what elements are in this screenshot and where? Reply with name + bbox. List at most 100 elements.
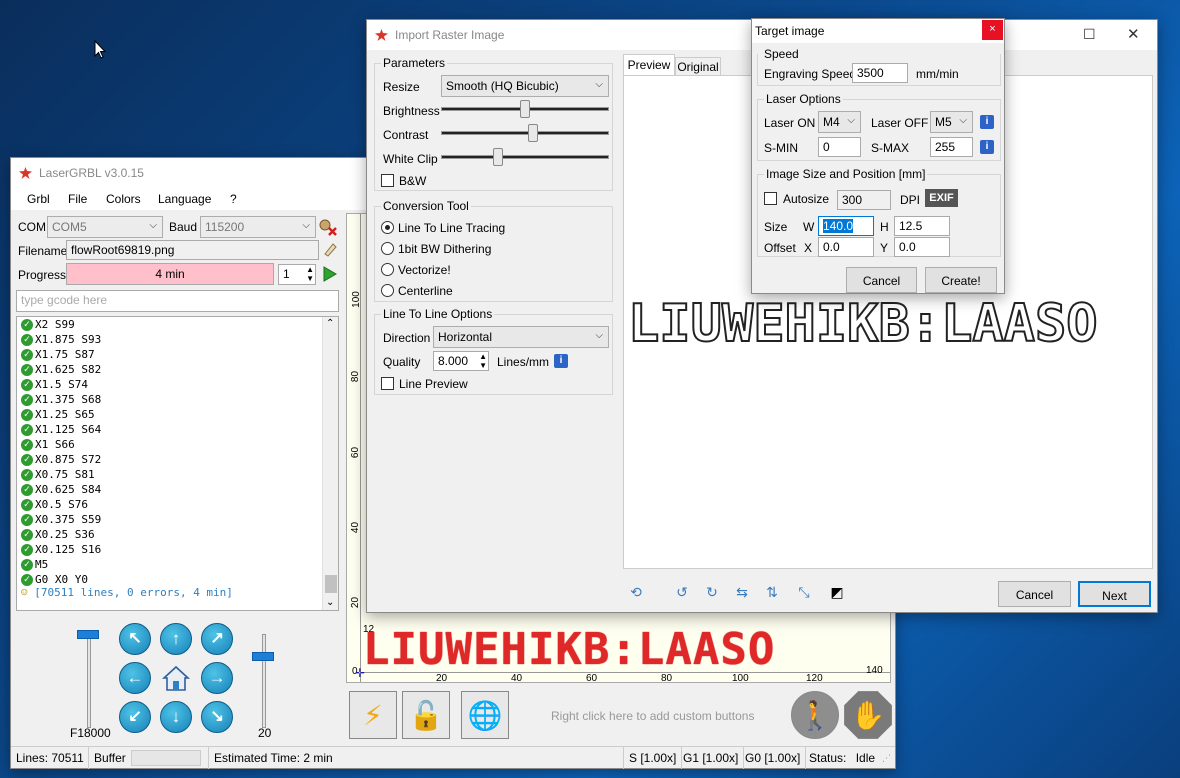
target-cancel-button[interactable]: Cancel: [846, 267, 917, 293]
offset-y-input[interactable]: 0.0: [894, 237, 950, 257]
contrast-slider[interactable]: [441, 123, 609, 143]
jog-down-button[interactable]: ↓: [160, 701, 192, 733]
laser-on-select[interactable]: M4 ⌵: [818, 111, 861, 133]
whiteclip-slider-thumb[interactable]: [493, 148, 503, 166]
status-s-override[interactable]: S [1.00x]: [623, 747, 683, 769]
goto-position-button[interactable]: 🌐: [461, 691, 509, 739]
radio-vectorize[interactable]: [381, 263, 394, 276]
run-play-icon[interactable]: [323, 266, 337, 285]
rotate-right-icon[interactable]: ↻: [703, 583, 721, 601]
log-line-text: X1.625 S82: [35, 363, 102, 376]
conversion-group-label: Conversion Tool: [381, 199, 471, 213]
jog-down-left-button[interactable]: ↙: [119, 701, 151, 733]
rotate-left-icon[interactable]: ↺: [673, 583, 691, 601]
menu-item-grbl[interactable]: Grbl: [27, 192, 50, 206]
scroll-up-icon[interactable]: ⌃: [326, 318, 334, 329]
status-g1-override[interactable]: G1 [1.00x]: [678, 747, 745, 769]
check-icon: ✓: [21, 469, 33, 481]
engraving-speed-input[interactable]: 3500: [852, 63, 908, 83]
crop-icon[interactable]: ⤡: [795, 583, 813, 601]
jog-up-button[interactable]: ↑: [160, 623, 192, 655]
smax-input[interactable]: 255: [930, 137, 973, 157]
menu-item-language[interactable]: Language: [158, 192, 211, 206]
exif-button[interactable]: EXIF: [925, 189, 958, 207]
radio-line-to-line[interactable]: [381, 221, 394, 234]
radio-centerline[interactable]: [381, 284, 394, 297]
scroll-thumb[interactable]: [325, 575, 337, 593]
scroll-down-icon[interactable]: ⌄: [326, 597, 334, 608]
connect-icon[interactable]: [318, 218, 338, 236]
log-line-text: X2 S99: [35, 318, 75, 331]
brightness-slider[interactable]: [441, 99, 609, 119]
tab-original[interactable]: Original: [675, 57, 721, 76]
menu-item-file[interactable]: File: [68, 192, 87, 206]
jog-up-right-button[interactable]: ↗: [201, 623, 233, 655]
quality-spinner[interactable]: 8.000 ▲ ▼: [433, 351, 489, 371]
ruler-left: 100 80 60 40 20 0: [347, 214, 362, 682]
menu-item-help[interactable]: ?: [230, 192, 237, 206]
target-close-button[interactable]: ×: [982, 20, 1003, 40]
height-input[interactable]: 12.5: [894, 216, 950, 236]
target-titlebar[interactable]: Target image ×: [752, 19, 1004, 43]
home-button[interactable]: [160, 662, 192, 694]
close-icon[interactable]: ✕: [1127, 25, 1140, 43]
baud-select[interactable]: 115200 ⌵: [200, 216, 316, 238]
quality-info-icon[interactable]: i: [554, 354, 568, 368]
check-icon: ✓: [21, 409, 33, 421]
gcode-input[interactable]: type gcode here: [16, 290, 339, 312]
tab-preview[interactable]: Preview: [623, 54, 675, 76]
resize-select[interactable]: Smooth (HQ Bicubic) ⌵: [441, 75, 609, 97]
com-select[interactable]: COM5 ⌵: [47, 216, 163, 238]
resize-grip-icon[interactable]: ⋰: [882, 753, 891, 764]
autosize-checkbox[interactable]: [764, 192, 777, 205]
dpi-input[interactable]: 300: [837, 190, 891, 210]
gcode-log-list[interactable]: ✓ X2 S99 ✓ X1.875 S93 ✓ X1.75 S87 ✓ X1.625 S82 ✓…: [16, 316, 339, 611]
power-range-info-icon[interactable]: i: [980, 140, 994, 154]
direction-select[interactable]: Horizontal ⌵: [433, 326, 609, 348]
line-preview-checkbox[interactable]: [381, 377, 394, 390]
flip-horizontal-icon[interactable]: ⇆: [733, 583, 751, 601]
flip-vertical-icon[interactable]: ⇅: [763, 583, 781, 601]
whiteclip-slider[interactable]: [441, 147, 609, 167]
radio-bw-dithering[interactable]: [381, 242, 394, 255]
step-slider-thumb[interactable]: [252, 652, 274, 661]
menu-item-colors[interactable]: Colors: [106, 192, 141, 206]
step-slider[interactable]: [252, 630, 276, 730]
walk-button[interactable]: 🚶: [791, 691, 839, 739]
jog-left-button[interactable]: ←: [119, 662, 151, 694]
brightness-slider-thumb[interactable]: [520, 100, 530, 118]
open-file-icon[interactable]: [322, 241, 338, 257]
custom-button-bar[interactable]: ⚡ 🔓 🌐 Right click here to add custom but…: [346, 688, 892, 742]
next-button[interactable]: Next: [1078, 581, 1151, 607]
dpi-value: 300: [842, 193, 863, 207]
unlock-button[interactable]: 🔓: [402, 691, 450, 739]
contrast-slider-thumb[interactable]: [528, 124, 538, 142]
lasergrbl-logo-icon: [375, 29, 388, 41]
log-line-text: X1.75 S87: [35, 348, 95, 361]
feed-slider[interactable]: [77, 630, 101, 730]
width-input[interactable]: 140.0: [818, 216, 874, 236]
import-cancel-button[interactable]: Cancel: [998, 581, 1071, 607]
invert-colors-icon[interactable]: ◩: [828, 583, 846, 601]
status-g0-override[interactable]: G0 [1.00x]: [740, 747, 807, 769]
rotate-reset-icon[interactable]: ⟲: [627, 583, 645, 601]
bw-checkbox[interactable]: [381, 174, 394, 187]
feed-slider-thumb[interactable]: [77, 630, 99, 639]
jog-right-button[interactable]: →: [201, 662, 233, 694]
copies-spinner[interactable]: 1 ▲ ▼: [278, 264, 316, 285]
height-value: 12.5: [899, 219, 923, 233]
offset-x-input[interactable]: 0.0: [818, 237, 874, 257]
create-button[interactable]: Create!: [925, 267, 997, 293]
quality-unit: Lines/mm: [497, 355, 550, 369]
smin-input[interactable]: 0: [818, 137, 861, 157]
laser-off-select[interactable]: M5 ⌵: [930, 111, 973, 133]
jog-up-left-button[interactable]: ↖: [119, 623, 151, 655]
log-scrollbar[interactable]: ⌃ ⌄: [322, 317, 338, 610]
laser-mode-info-icon[interactable]: i: [980, 115, 994, 129]
jog-down-right-button[interactable]: ↘: [201, 701, 233, 733]
globe-pin-icon: 🌐: [467, 700, 503, 731]
stop-button[interactable]: ✋: [844, 691, 892, 739]
check-icon: ✓: [21, 514, 33, 526]
laser-power-button[interactable]: ⚡: [349, 691, 397, 739]
maximize-icon[interactable]: ☐: [1083, 26, 1096, 43]
